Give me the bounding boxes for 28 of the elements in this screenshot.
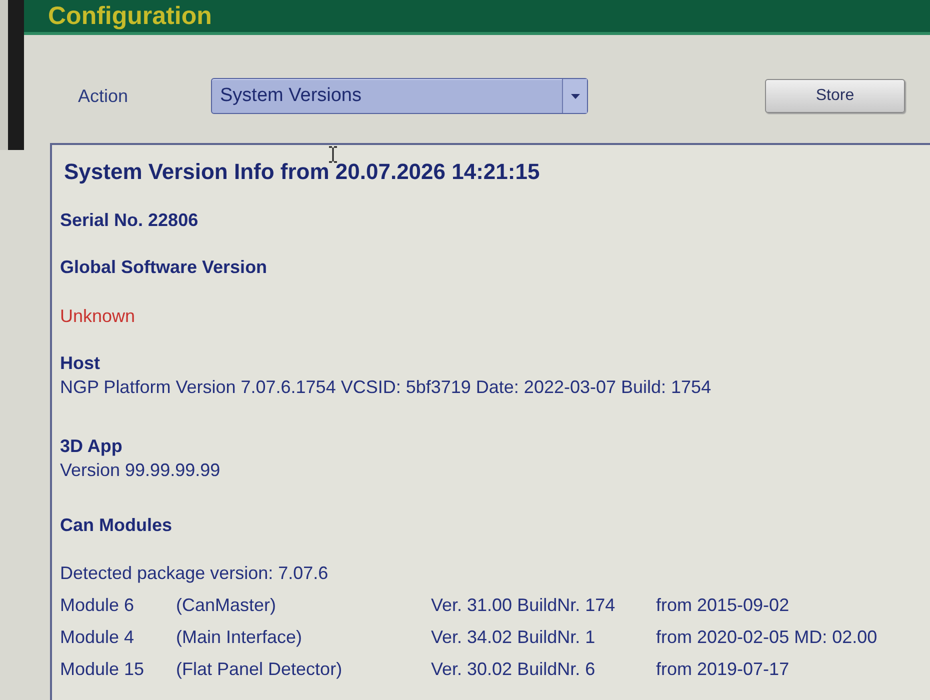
module-date: from 2020-02-05 MD: 02.00 [656, 626, 878, 649]
caret-icon [570, 94, 580, 98]
info-title: System Version Info from 20.07.2026 14:21:15 [63, 159, 541, 185]
package-version-text: Detected package version: 7.07.6 [60, 562, 330, 585]
module-version: Ver. 30.02 BuildNr. 6 [431, 658, 596, 681]
section-heading: Global Software Version [60, 256, 268, 279]
module-name: (CanMaster) [176, 594, 278, 617]
module-name: (Flat Panel Detector) [176, 658, 344, 681]
module-version: Ver. 31.00 BuildNr. 174 [431, 594, 616, 617]
version-text: Version 99.99.99.99 [60, 459, 222, 482]
module-version: Ver. 34.02 BuildNr. 1 [431, 626, 596, 649]
module-name: (Main Interface) [176, 626, 304, 649]
section-heading: Host [60, 352, 101, 375]
section-heading: Can Modules [60, 514, 174, 537]
module-number: Module 15 [60, 658, 146, 681]
action-label: Action [78, 84, 130, 108]
version-text: NGP Platform Version 7.07.6.1754 VCSID: 5bf3719 Date: 2022-03-07 Build: 1754 [60, 376, 712, 399]
status-text: Unknown [60, 305, 136, 328]
serial-number: Serial No. 22806 [60, 209, 200, 232]
action-dropdown[interactable]: System Versions [211, 78, 588, 114]
module-date: from 2015-09-02 [656, 594, 790, 617]
module-date: from 2019-07-17 [656, 658, 790, 681]
module-number: Module 4 [60, 626, 136, 649]
section-heading: 3D App [60, 435, 124, 458]
store-button[interactable]: Store [765, 79, 905, 113]
module-number: Module 6 [60, 594, 136, 617]
page-title: Configuration [48, 1, 212, 32]
text-cursor-icon [328, 146, 338, 163]
